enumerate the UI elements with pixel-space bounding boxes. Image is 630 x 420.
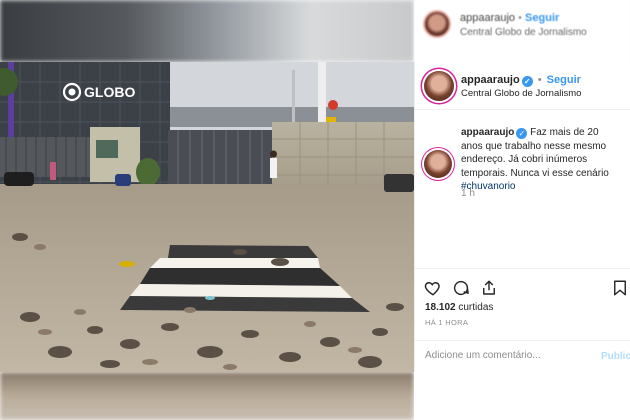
background-follow: Seguir — [525, 12, 560, 24]
location-link[interactable]: Central Globo de Jornalismo — [461, 88, 581, 99]
avatar[interactable] — [424, 71, 454, 101]
caption-verified-badge-icon: ✓ — [516, 128, 528, 139]
post-photo[interactable]: GLOBO — [0, 62, 414, 372]
background-separator: • — [518, 12, 522, 24]
background-panel-bottom — [414, 372, 630, 420]
background-username: appaaraujo — [460, 12, 516, 24]
header-separator: • — [537, 74, 542, 86]
username-link[interactable]: appaaraujo — [461, 74, 520, 86]
share-icon[interactable] — [480, 279, 498, 297]
comment-box: Publica — [415, 340, 630, 372]
likes-count[interactable]: 18.102 curtidas — [425, 302, 493, 313]
post-header: appaaraujo ✓ • Seguir Central Globo de Jo… — [415, 62, 630, 110]
post-timestamp[interactable]: HÁ 1 HORA — [425, 318, 468, 327]
heart-icon[interactable] — [424, 279, 442, 297]
background-photo-top — [0, 0, 414, 62]
post-author: appaaraujo ✓ • Seguir — [461, 74, 581, 87]
post-caption: appaaraujo ✓ Faz mais de 20 anos que trab… — [461, 126, 621, 194]
comment-input[interactable] — [425, 350, 585, 361]
caption-avatar[interactable] — [424, 150, 452, 178]
comment-icon[interactable] — [452, 279, 470, 297]
likes-number: 18.102 — [425, 302, 456, 313]
follow-button[interactable]: Seguir — [547, 74, 581, 86]
background-avatar — [423, 10, 451, 38]
post-actions — [415, 268, 630, 302]
post-photo-image: GLOBO — [0, 62, 414, 372]
caption-username[interactable]: appaaraujo — [461, 127, 514, 138]
background-photo-bottom — [0, 372, 414, 420]
verified-badge-icon: ✓ — [521, 76, 533, 87]
globo-sign: GLOBO — [84, 84, 135, 100]
background-location: Central Globo de Jornalismo — [460, 27, 587, 38]
bookmark-icon[interactable] — [611, 279, 629, 297]
background-header: appaaraujo • Seguir — [460, 12, 559, 24]
instagram-post: GLOBO appaaraujo ✓ • Seguir Central Glob… — [0, 62, 630, 372]
likes-label: curtidas — [458, 302, 494, 313]
post-sidebar: appaaraujo ✓ • Seguir Central Globo de Jo… — [414, 62, 630, 372]
publish-button[interactable]: Publica — [601, 351, 630, 362]
caption-time: 1 h — [461, 188, 475, 199]
